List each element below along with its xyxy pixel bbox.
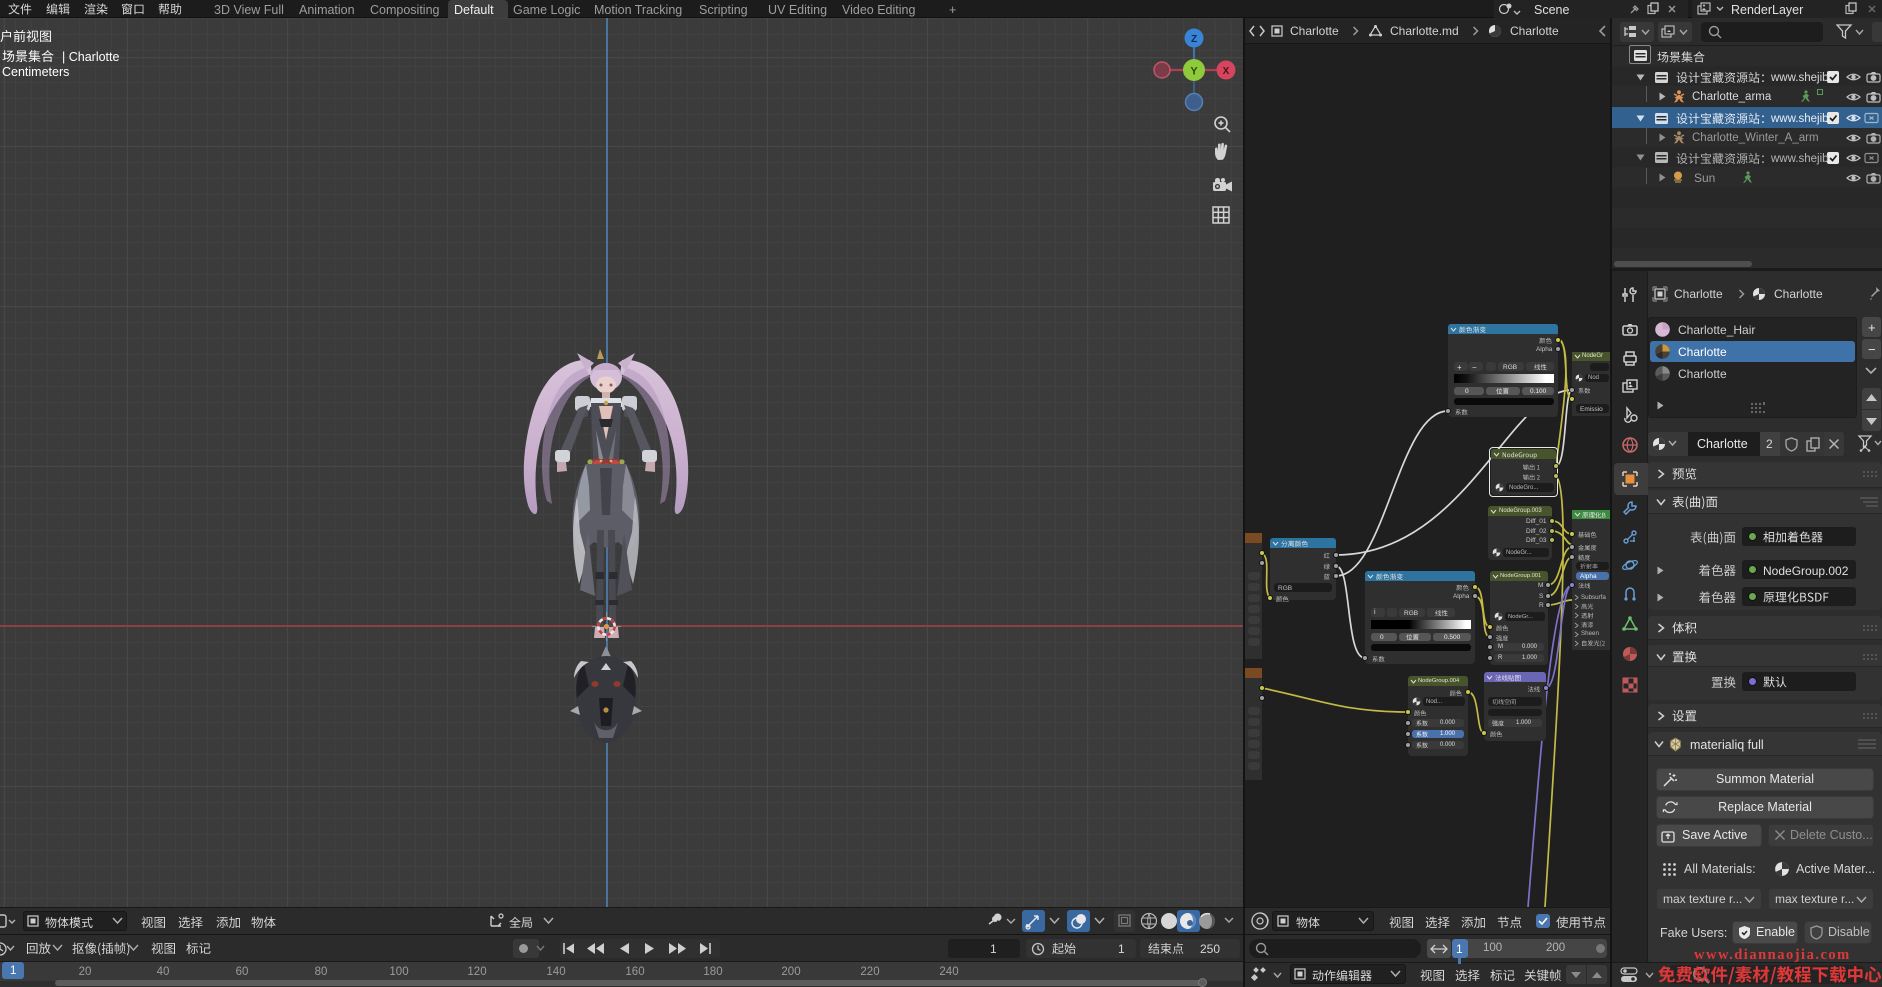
svg-text:Y: Y	[1190, 66, 1198, 78]
svg-text:X: X	[1223, 66, 1230, 77]
svg-text:Z: Z	[1191, 34, 1197, 45]
